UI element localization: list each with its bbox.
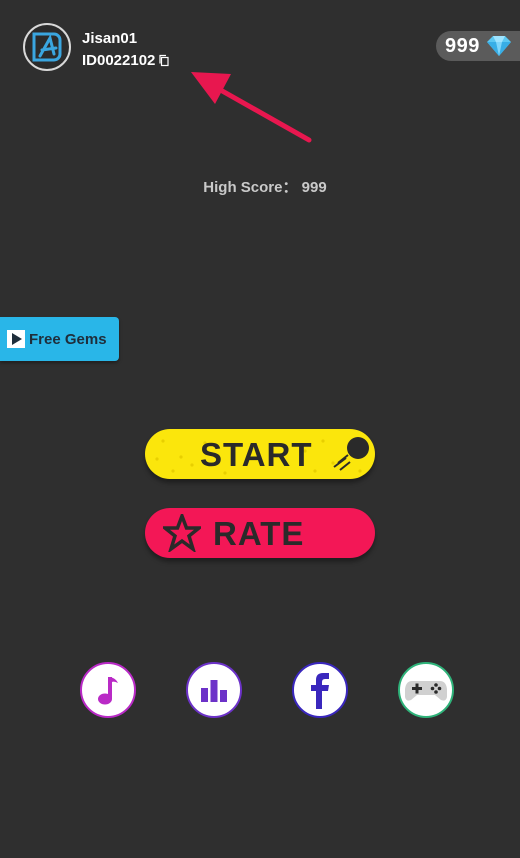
avatar[interactable]	[23, 23, 71, 71]
diamond-icon	[487, 36, 511, 56]
copy-icon[interactable]	[158, 54, 170, 67]
user-id: ID0022102	[82, 52, 156, 69]
leaderboard-button[interactable]	[186, 662, 242, 718]
star-icon	[163, 514, 201, 552]
free-gems-button[interactable]: Free Gems	[0, 317, 119, 361]
start-button[interactable]: START	[145, 429, 375, 479]
logo-icon	[32, 32, 62, 62]
user-id-row: ID0022102	[82, 52, 170, 69]
rate-label: RATE	[213, 515, 305, 552]
rate-button[interactable]: RATE	[145, 508, 375, 558]
free-gems-label: Free Gems	[29, 330, 107, 348]
ball-icon	[333, 437, 369, 471]
leaderboard-icon	[201, 680, 227, 702]
gem-count: 999	[445, 34, 480, 57]
play-icon	[7, 330, 25, 348]
gamepad-icon	[405, 681, 447, 701]
music-button[interactable]	[80, 662, 136, 718]
music-note-icon	[98, 677, 118, 705]
facebook-icon	[311, 673, 329, 709]
more-games-button[interactable]	[398, 662, 454, 718]
high-score: High Score： 999	[203, 179, 327, 196]
start-label: START	[200, 436, 313, 473]
facebook-button[interactable]	[292, 662, 348, 718]
username: Jisan01	[82, 30, 138, 47]
pointer-arrow-icon	[191, 72, 312, 143]
